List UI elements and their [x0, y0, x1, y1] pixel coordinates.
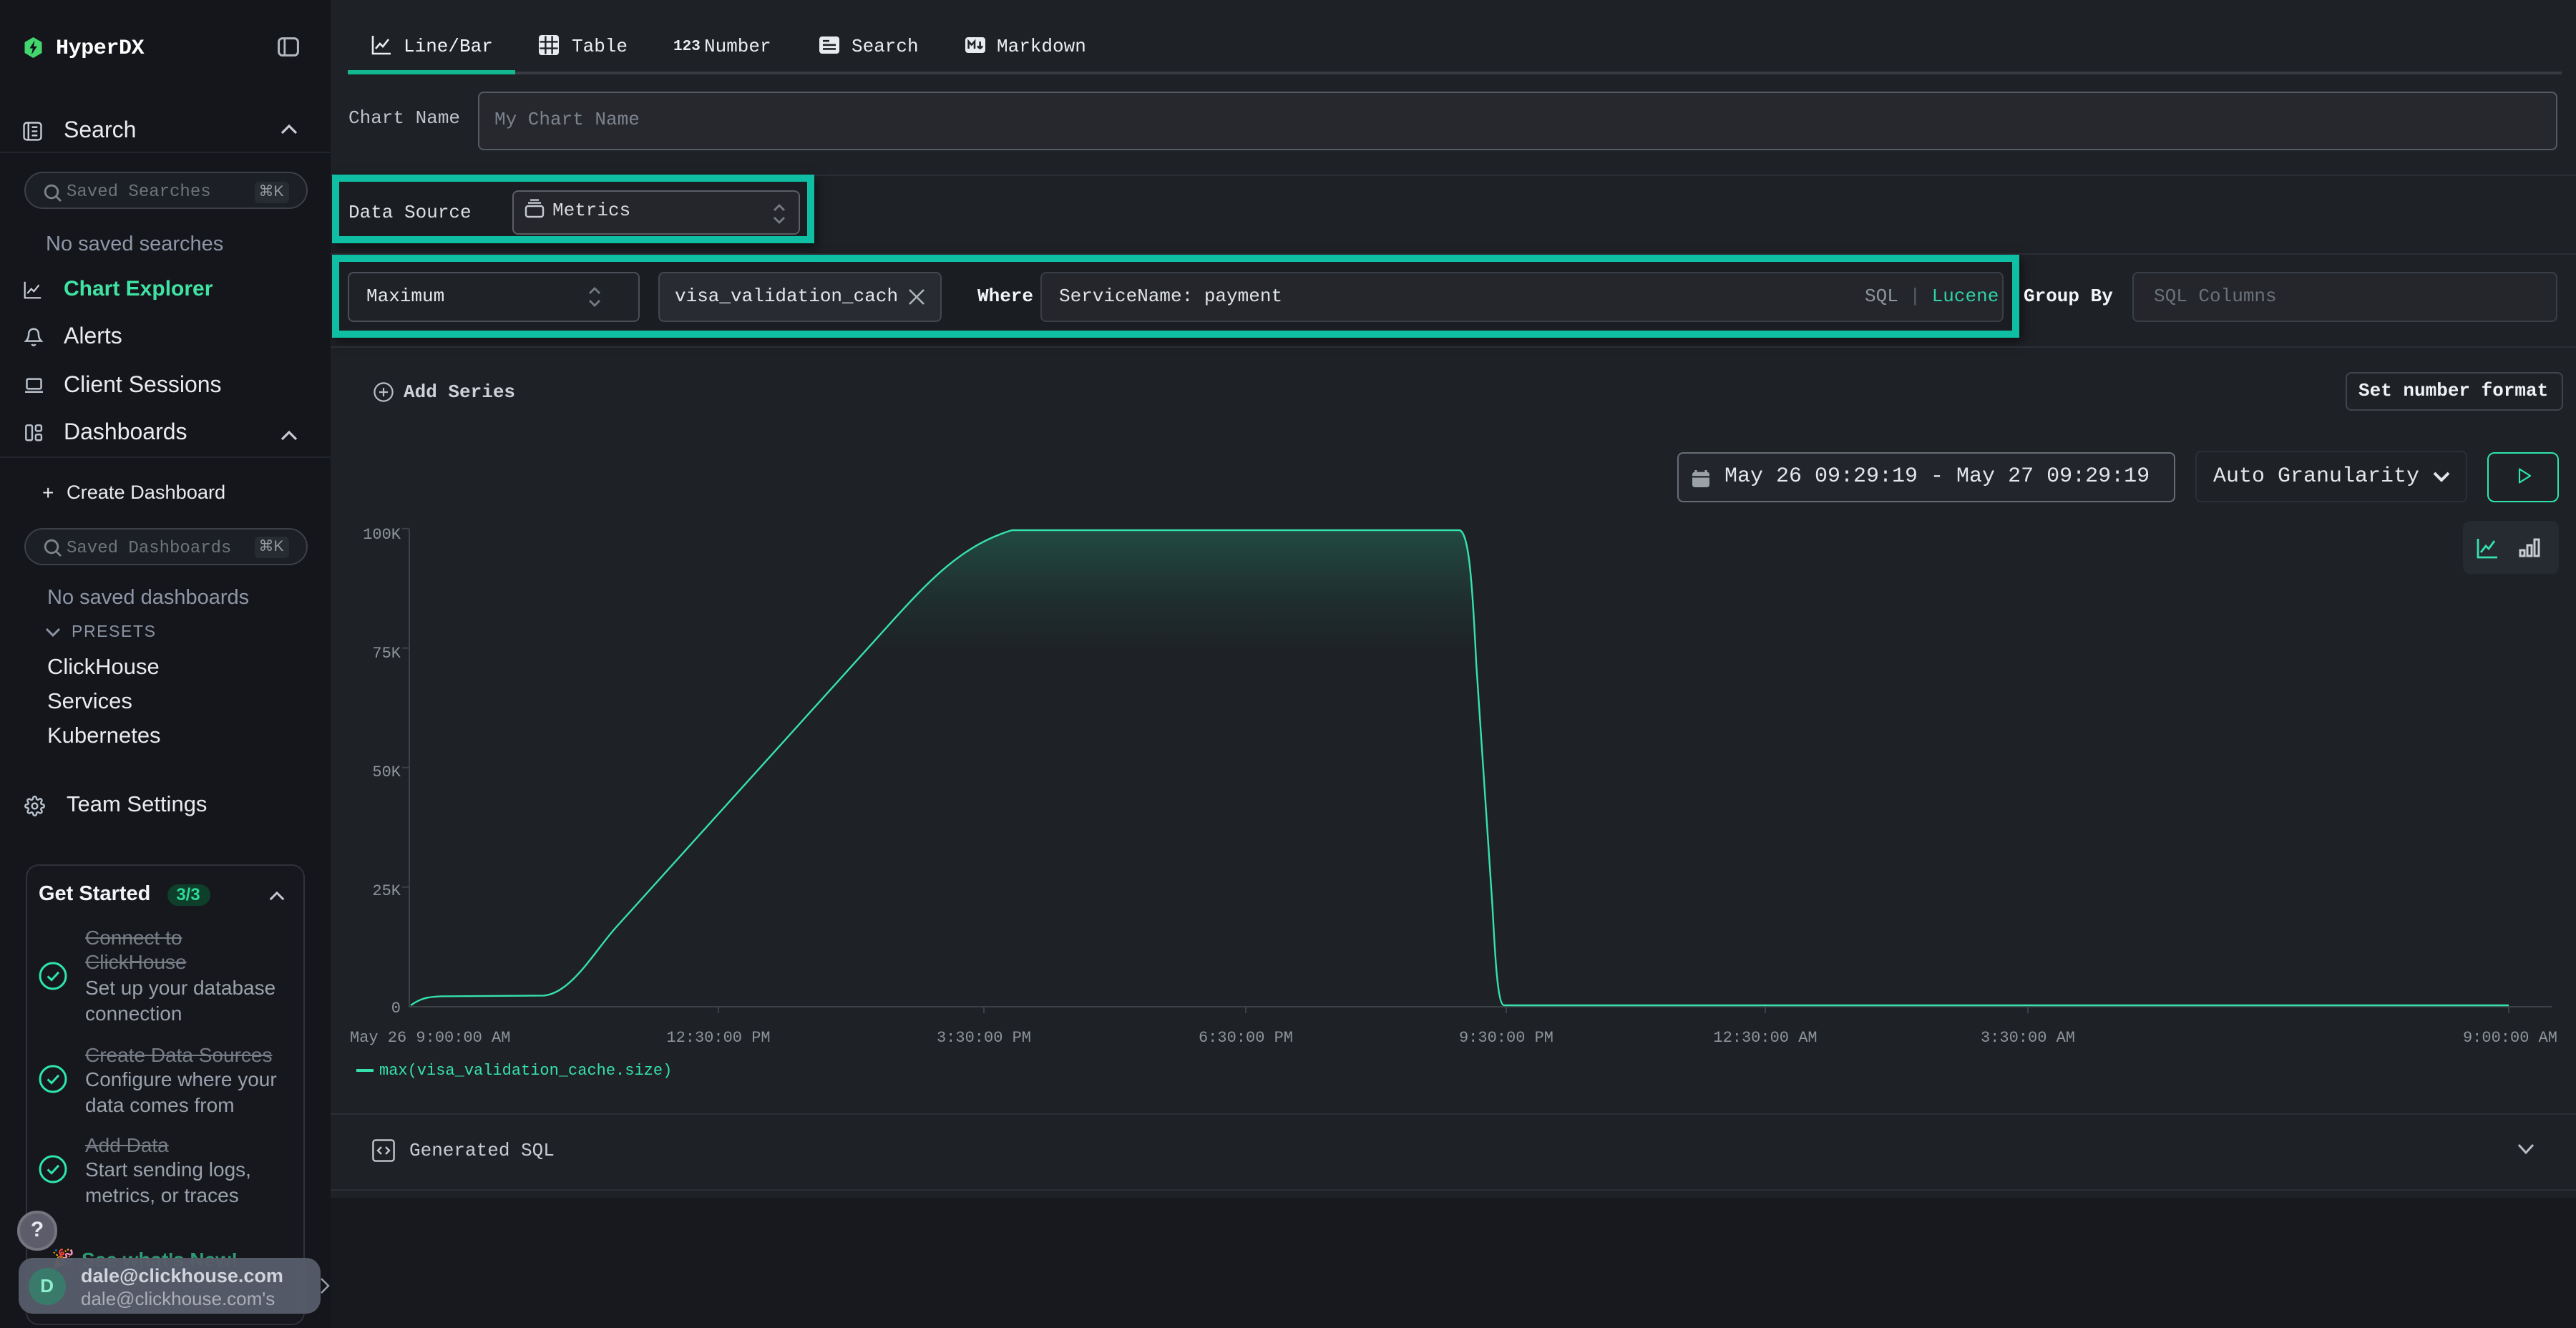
svg-text:12:30:00 AM: 12:30:00 AM — [1713, 1029, 1817, 1047]
svg-text:0: 0 — [391, 1000, 401, 1017]
svg-text:25K: 25K — [372, 882, 401, 900]
svg-text:6:30:00 PM: 6:30:00 PM — [1199, 1029, 1293, 1047]
svg-text:3:30:00 AM: 3:30:00 AM — [1981, 1029, 2075, 1047]
svg-text:May 26 9:00:00 AM: May 26 9:00:00 AM — [350, 1029, 510, 1047]
svg-text:12:30:00 PM: 12:30:00 PM — [666, 1029, 770, 1047]
svg-text:9:30:00 PM: 9:30:00 PM — [1459, 1029, 1553, 1047]
svg-text:50K: 50K — [372, 763, 401, 781]
svg-text:75K: 75K — [372, 645, 401, 663]
svg-text:3:30:00 PM: 3:30:00 PM — [937, 1029, 1031, 1047]
svg-text:9:00:00 AM: 9:00:00 AM — [2463, 1029, 2557, 1047]
svg-text:100K: 100K — [363, 526, 401, 544]
